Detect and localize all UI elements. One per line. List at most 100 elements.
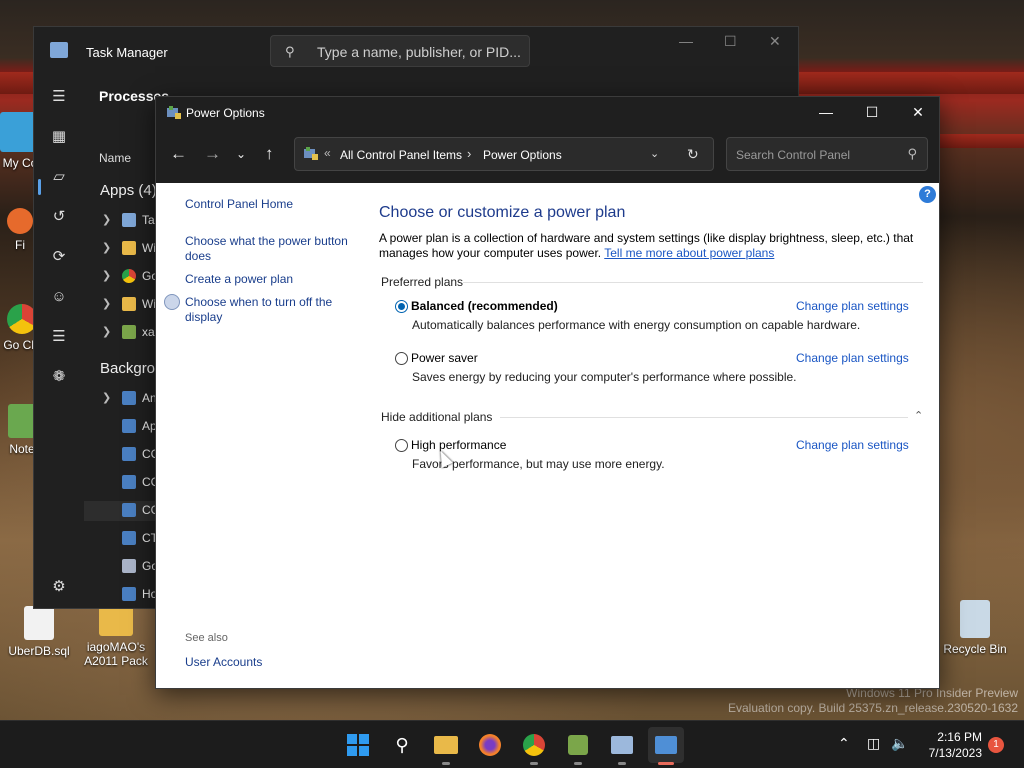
users-icon[interactable]: ☺ [49, 287, 69, 307]
chevron-right-icon[interactable]: ❯ [102, 269, 111, 282]
system-clock[interactable]: 2:16 PM 7/13/2023 [918, 729, 982, 761]
maximize-button[interactable]: ☐ [849, 97, 895, 129]
task-manager-search[interactable]: ⚲ Type a name, publisher, or PID... [270, 35, 530, 67]
settings-gear-icon[interactable]: ⚙ [49, 577, 69, 597]
hamburger-menu-icon[interactable]: ☰ [49, 87, 69, 107]
folder-icon [434, 736, 458, 754]
breadcrumb-all-control-panel-items[interactable]: All Control Panel Items [340, 148, 462, 162]
search-control-panel-input[interactable]: Search Control Panel ⚲ [726, 137, 928, 171]
desktop-icon-uberdb[interactable]: UberDB.sql [3, 606, 75, 658]
breadcrumb-overflow-icon[interactable]: « [324, 146, 331, 160]
desktop-icon-recycle-bin[interactable]: Recycle Bin [939, 600, 1011, 656]
minimize-button[interactable]: — [679, 33, 693, 49]
high-performance-radio[interactable] [395, 439, 408, 452]
clock-date: 7/13/2023 [928, 746, 982, 760]
task-manager-app-icon [122, 213, 136, 227]
close-button[interactable]: ✕ [895, 97, 941, 129]
balanced-radio[interactable] [395, 300, 408, 313]
forward-arrow-icon[interactable]: → [204, 144, 221, 164]
chrome-icon [122, 269, 136, 283]
services-icon[interactable]: ❁ [49, 367, 69, 387]
change-plan-settings-balanced[interactable]: Change plan settings [796, 299, 909, 313]
process-name: xa [142, 325, 155, 339]
maximize-button[interactable]: ☐ [724, 33, 737, 50]
chevron-right-icon[interactable]: ❯ [102, 241, 111, 254]
preferred-plans-label: Preferred plans [381, 275, 464, 289]
intro-text: A power plan is a collection of hardware… [379, 231, 919, 261]
sidebar-turn-off-display[interactable]: Choose when to turn off the display [185, 295, 365, 325]
desktop-icon-folder[interactable]: iagoMAO's A2011 Pack [80, 606, 152, 668]
window-title: Power Options [186, 106, 265, 120]
group-divider [500, 417, 908, 418]
change-plan-settings-power-saver[interactable]: Change plan settings [796, 351, 909, 365]
app-taskbar-button[interactable] [560, 727, 596, 765]
active-indicator [38, 179, 41, 195]
hide-additional-plans-label[interactable]: Hide additional plans [381, 410, 492, 424]
chrome-icon [523, 734, 545, 756]
address-bar[interactable]: « All Control Panel Items › Power Option… [294, 137, 714, 171]
start-button[interactable] [340, 727, 376, 763]
plan-name-power-saver[interactable]: Power saver [411, 351, 478, 365]
details-icon[interactable]: ☰ [49, 327, 69, 347]
folder-icon [122, 241, 136, 255]
notepad-icon [8, 404, 36, 438]
group-divider [463, 282, 923, 283]
search-placeholder: Search Control Panel [736, 148, 851, 162]
startup-apps-icon[interactable]: ⟳ [49, 247, 69, 267]
chevron-right-icon[interactable]: ❯ [102, 391, 111, 404]
user-accounts-link[interactable]: User Accounts [185, 655, 262, 669]
notification-badge[interactable]: 1 [988, 737, 1004, 753]
windows-watermark: Windows 11 Pro Insider Preview Evaluatio… [728, 686, 1018, 716]
power-saver-radio[interactable] [395, 352, 408, 365]
column-header-name[interactable]: Name [99, 151, 131, 165]
chevron-right-icon[interactable]: ❯ [102, 213, 111, 226]
network-icon[interactable]: ◫ [867, 735, 880, 752]
file-explorer-taskbar-button[interactable] [428, 727, 464, 765]
refresh-icon[interactable]: ↻ [687, 146, 699, 163]
app-history-icon[interactable]: ↺ [49, 207, 69, 227]
task-manager-taskbar-button[interactable] [604, 727, 640, 765]
firefox-taskbar-button[interactable] [472, 727, 508, 763]
search-icon[interactable]: ⚲ [907, 146, 917, 162]
process-icon [122, 391, 136, 405]
change-plan-settings-high-performance[interactable]: Change plan settings [796, 438, 909, 452]
breadcrumb-power-options[interactable]: Power Options [483, 148, 562, 162]
plan-name-high-performance[interactable]: High performance [411, 438, 506, 452]
volume-icon[interactable]: 🔈 [891, 735, 908, 752]
address-dropdown-icon[interactable]: ⌄ [650, 147, 659, 160]
close-button[interactable]: ✕ [769, 33, 781, 50]
chevron-right-icon[interactable]: ❯ [102, 297, 111, 310]
apps-group-header: Apps (4) [100, 182, 157, 199]
help-icon[interactable]: ? [919, 186, 936, 203]
processes-icon[interactable]: ▦ [49, 127, 69, 147]
app-icon [568, 735, 588, 755]
plan-desc-power-saver: Saves energy by reducing your computer's… [412, 370, 797, 384]
sidebar-control-panel-home[interactable]: Control Panel Home [185, 197, 365, 212]
back-arrow-icon[interactable]: ← [170, 144, 187, 164]
plan-name-balanced[interactable]: Balanced (recommended) [411, 299, 558, 313]
search-icon: ⚲ [285, 44, 295, 59]
recent-locations-chevron-icon[interactable]: ⌄ [236, 147, 246, 161]
control-panel-taskbar-button[interactable] [648, 727, 684, 765]
active-indicator [658, 762, 674, 765]
task-manager-titlebar[interactable]: Task Manager ⚲ Type a name, publisher, o… [34, 27, 798, 77]
sidebar-create-power-plan[interactable]: Create a power plan [185, 272, 365, 287]
power-options-titlebar[interactable]: Power Options — ☐ ✕ [156, 97, 939, 129]
minimize-button[interactable]: — [803, 97, 849, 129]
chevron-up-icon[interactable]: ⌃ [914, 409, 923, 422]
power-options-window[interactable]: Power Options — ☐ ✕ ← → ⌄ ↑ « All Contro… [155, 96, 940, 689]
running-indicator [574, 762, 582, 765]
show-hidden-icons-chevron-icon[interactable]: ⌃ [838, 735, 850, 752]
tell-me-more-link[interactable]: Tell me more about power plans [604, 246, 774, 260]
performance-icon[interactable]: ▱ [49, 167, 69, 187]
chevron-right-icon[interactable]: ❯ [102, 325, 111, 338]
desktop-icon-label: UberDB.sql [8, 644, 70, 658]
plan-desc-balanced: Automatically balances performance with … [412, 318, 861, 332]
chrome-taskbar-button[interactable] [516, 727, 552, 765]
process-icon [122, 419, 136, 433]
sidebar-power-button-link[interactable]: Choose what the power button does [185, 234, 365, 264]
search-button[interactable]: ⚲ [384, 727, 420, 763]
up-arrow-icon[interactable]: ↑ [265, 144, 274, 164]
process-name: Wi [142, 297, 156, 311]
breadcrumb-separator-icon[interactable]: › [467, 146, 471, 161]
